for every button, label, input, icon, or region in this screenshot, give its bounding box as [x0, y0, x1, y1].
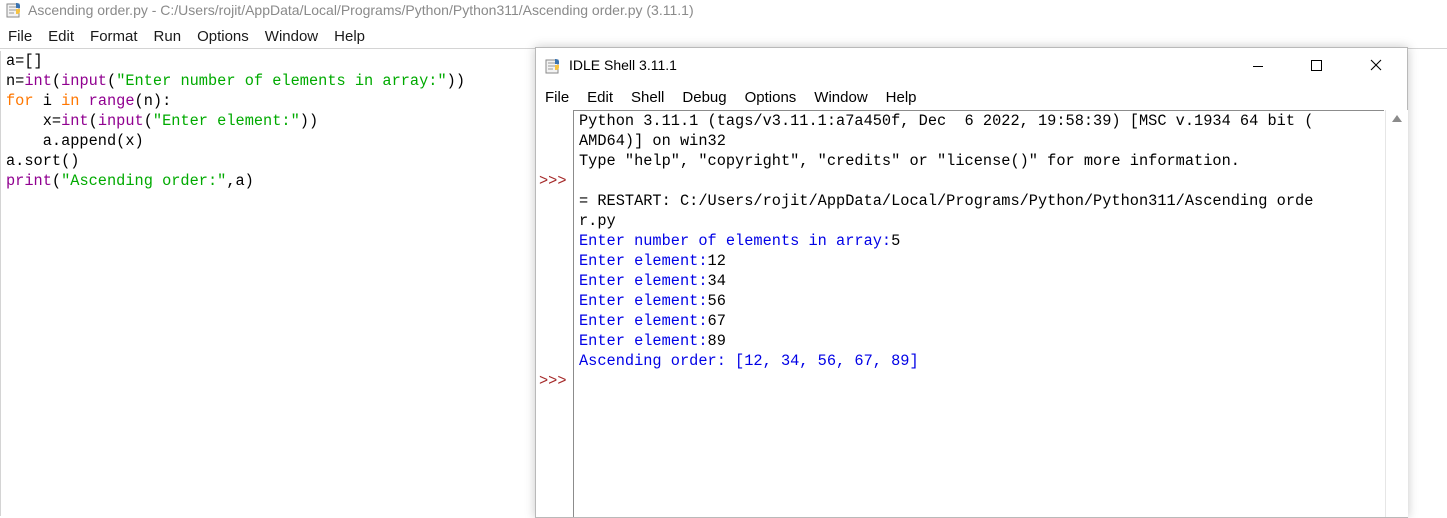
python-idle-icon [545, 59, 559, 74]
input-line: Enter element:67 [579, 312, 726, 330]
shell-window: IDLE Shell 3.11.1 File Edit Shell Debug … [535, 47, 1408, 518]
shell-menu-debug[interactable]: Debug [673, 87, 735, 109]
shell-menu-options[interactable]: Options [736, 87, 806, 109]
input-line: Enter element:12 [579, 252, 726, 270]
scroll-up-icon[interactable] [1392, 115, 1402, 122]
code-line-1: a=[] [6, 52, 43, 70]
input-line: Enter element:34 [579, 272, 726, 290]
code-line-6: a.sort() [6, 152, 80, 170]
editor-menu-run[interactable]: Run [146, 26, 190, 48]
code-line-4: x=int(input("Enter element:")) [6, 112, 319, 130]
shell-title-bar[interactable]: IDLE Shell 3.11.1 [536, 48, 1407, 84]
shell-menu-help[interactable]: Help [877, 87, 926, 109]
code-line-7: print("Ascending order:",a) [6, 172, 254, 190]
close-icon [1370, 59, 1382, 71]
shell-output[interactable]: Python 3.11.1 (tags/v3.11.1:a7a450f, Dec… [574, 110, 1384, 518]
input-line: Enter element:56 [579, 292, 726, 310]
maximize-button[interactable] [1294, 48, 1340, 84]
shell-prompt: >>> [539, 372, 567, 390]
banner-line: AMD64)] on win32 [579, 132, 726, 150]
python-idle-icon [6, 3, 20, 18]
input-line: Enter number of elements in array:5 [579, 232, 901, 250]
restart-line: = RESTART: C:/Users/rojit/AppData/Local/… [579, 192, 1314, 210]
close-button[interactable] [1353, 48, 1399, 84]
shell-menu-edit[interactable]: Edit [578, 87, 622, 109]
banner-line: Python 3.11.1 (tags/v3.11.1:a7a450f, Dec… [579, 112, 1314, 130]
maximize-icon [1311, 60, 1322, 71]
code-editor[interactable]: a=[] n=int(input("Enter number of elemen… [0, 51, 541, 516]
restart-line: r.py [579, 212, 616, 230]
editor-title-bar[interactable]: Ascending order.py - C:/Users/rojit/AppD… [0, 0, 1447, 24]
minimize-button[interactable] [1235, 48, 1281, 84]
code-line-3: for i in range(n): [6, 92, 172, 110]
editor-menu-help[interactable]: Help [326, 26, 373, 48]
shell-menu-shell[interactable]: Shell [622, 87, 673, 109]
editor-menu-options[interactable]: Options [189, 26, 257, 48]
minimize-icon [1253, 66, 1263, 67]
editor-menu-file[interactable]: File [0, 26, 40, 48]
banner-line: Type "help", "copyright", "credits" or "… [579, 152, 1240, 170]
shell-menu-file[interactable]: File [536, 87, 578, 109]
shell-prompt: >>> [539, 172, 567, 190]
shell-menu-window[interactable]: Window [805, 87, 876, 109]
editor-menu-edit[interactable]: Edit [40, 26, 82, 48]
editor-menu-bar: File Edit Format Run Options Window Help [0, 26, 373, 48]
shell-menu-bar: File Edit Shell Debug Options Window Hel… [536, 87, 926, 109]
editor-window-title: Ascending order.py - C:/Users/rojit/AppD… [28, 2, 694, 18]
editor-menu-window[interactable]: Window [257, 26, 326, 48]
input-line: Enter element:89 [579, 332, 726, 350]
shell-window-title: IDLE Shell 3.11.1 [569, 57, 677, 73]
shell-body: >>> >>> Python 3.11.1 (tags/v3.11.1:a7a4… [536, 110, 1408, 518]
code-line-2: n=int(input("Enter number of elements in… [6, 72, 466, 90]
vertical-scrollbar[interactable] [1385, 110, 1408, 517]
prompt-gutter: >>> >>> [536, 110, 574, 517]
result-line: Ascending order: [12, 34, 56, 67, 89] [579, 352, 919, 370]
code-line-5: a.append(x) [6, 132, 144, 150]
editor-menu-format[interactable]: Format [82, 26, 146, 48]
